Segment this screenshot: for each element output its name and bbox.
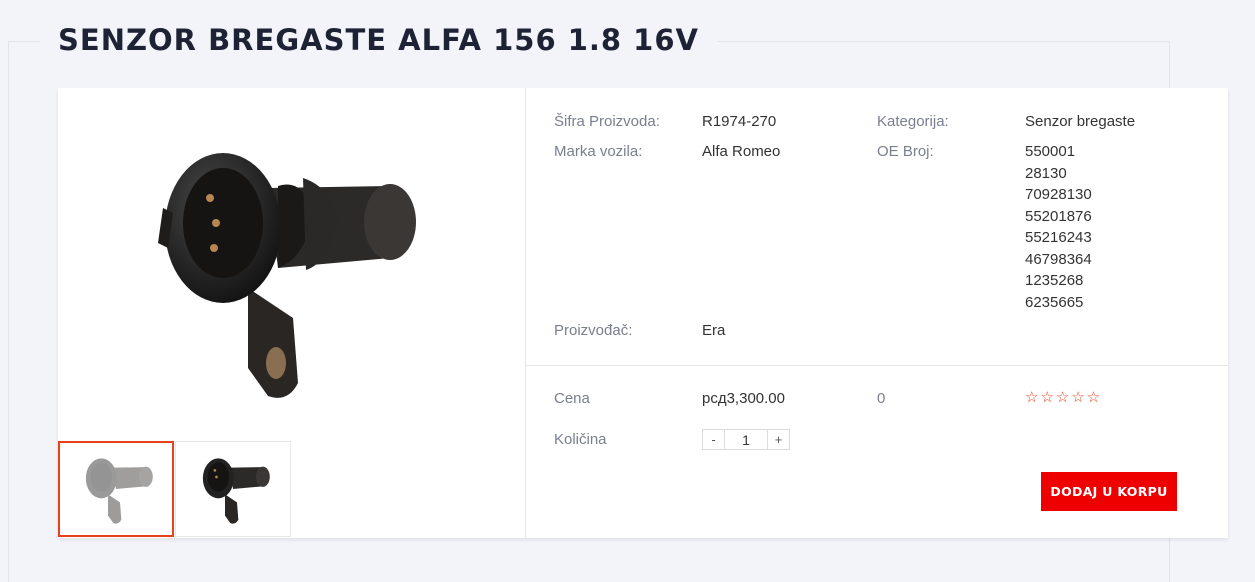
oe-number: 55201876 bbox=[1025, 207, 1092, 225]
oe-number: 6235665 bbox=[1025, 293, 1084, 311]
sku-value: R1974-270 bbox=[702, 113, 777, 130]
category-value: Senzor bregaste bbox=[1025, 113, 1136, 130]
rating-count: 0 bbox=[877, 390, 886, 407]
page-title: SENZOR BREGASTE ALFA 156 1.8 16V bbox=[58, 23, 699, 57]
oe-number: 55216243 bbox=[1025, 229, 1092, 246]
manufacturer-value: Era bbox=[702, 322, 726, 339]
sku-label: Šifra Proizvoda: bbox=[554, 113, 660, 130]
oe-label: OE Broj: bbox=[877, 143, 934, 160]
price-label: Cena bbox=[554, 390, 590, 407]
oe-number-list: 550001 28130 70928130 55201876 55216243 … bbox=[1025, 141, 1092, 313]
product-main-image[interactable] bbox=[128, 118, 428, 418]
category-label: Kategorija: bbox=[877, 113, 949, 130]
thumbnail-2[interactable] bbox=[175, 441, 291, 537]
product-gallery bbox=[58, 88, 526, 538]
quantity-label: Količina bbox=[554, 431, 607, 448]
oe-number: 46798364 bbox=[1025, 250, 1092, 268]
product-info: Šifra Proizvoda: R1974-270 Kategorija: S… bbox=[526, 88, 1228, 538]
oe-number: 550001 bbox=[1025, 143, 1076, 160]
add-to-cart-button[interactable]: DODAJ U KORPU bbox=[1041, 472, 1177, 511]
brand-label: Marka vozila: bbox=[554, 143, 643, 160]
qty-decrement-button[interactable]: - bbox=[702, 429, 725, 450]
oe-number: 1235268 bbox=[1025, 272, 1084, 289]
manufacturer-label: Proizvođač: bbox=[554, 322, 633, 339]
oe-number: 28130 bbox=[1025, 164, 1067, 182]
title-wrap: SENZOR BREGASTE ALFA 156 1.8 16V bbox=[40, 20, 717, 60]
oe-number: 70928130 bbox=[1025, 186, 1092, 203]
price-value: рсд3,300.00 bbox=[702, 390, 785, 407]
thumbnail-1[interactable] bbox=[58, 441, 174, 537]
quantity-input[interactable] bbox=[725, 429, 767, 450]
camshaft-sensor-thumb-icon bbox=[202, 458, 270, 524]
section-divider bbox=[526, 365, 1228, 366]
product-card: Šifra Proizvoda: R1974-270 Kategorija: S… bbox=[58, 88, 1228, 538]
brand-value: Alfa Romeo bbox=[702, 143, 781, 160]
qty-increment-button[interactable]: + bbox=[767, 429, 790, 450]
quantity-stepper: - + bbox=[702, 429, 790, 450]
camshaft-sensor-thumb-icon bbox=[85, 458, 153, 524]
rating-stars[interactable]: ☆☆☆☆☆ bbox=[1025, 388, 1102, 406]
